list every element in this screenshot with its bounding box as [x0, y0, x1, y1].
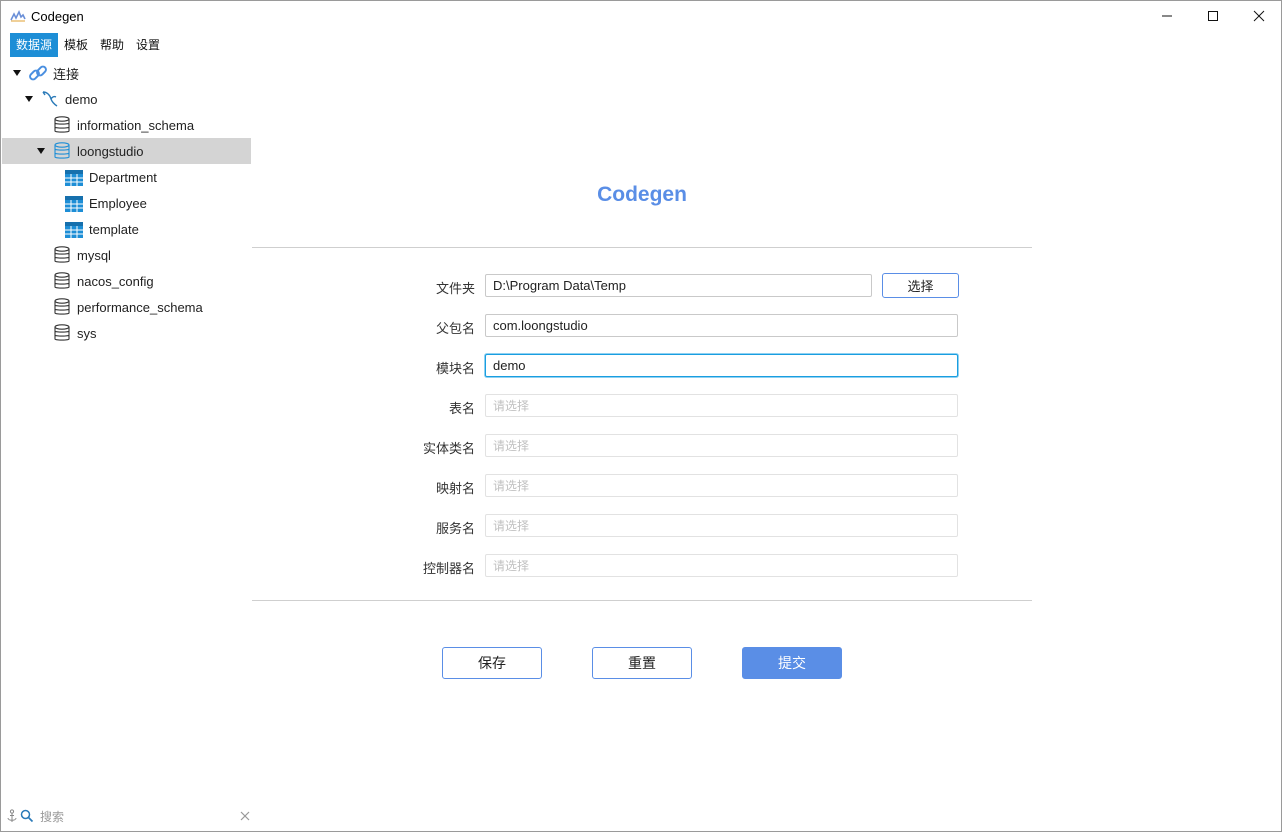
window-title: Codegen [31, 9, 84, 24]
choose-folder-button[interactable]: 选择 [882, 273, 959, 298]
package-label: 父包名 [435, 321, 475, 336]
connection-tree: 连接 demo information_schema loongstudio D… [2, 60, 251, 805]
database-icon [54, 324, 70, 341]
close-button[interactable] [1236, 1, 1282, 31]
expand-arrow-icon[interactable] [12, 68, 22, 78]
table-icon [65, 196, 83, 212]
entity-name-label: 实体类名 [422, 441, 475, 456]
menu-bar: 数据源 模板 帮助 设置 [10, 33, 166, 57]
tree-node-connections[interactable]: 连接 [2, 60, 251, 86]
expand-arrow-icon[interactable] [24, 94, 34, 104]
submit-button[interactable]: 提交 [742, 647, 842, 679]
database-icon [54, 142, 70, 159]
tree-label: loongstudio [77, 143, 144, 159]
module-input[interactable] [485, 354, 958, 377]
mapper-name-input[interactable] [485, 474, 958, 497]
controller-name-input[interactable] [485, 554, 958, 577]
tree-node-demo[interactable]: demo [2, 86, 251, 112]
tree-node-database[interactable]: mysql [2, 242, 251, 268]
link-icon [29, 65, 47, 81]
folder-input[interactable] [485, 274, 872, 297]
app-logo-icon [10, 10, 26, 22]
table-name-input[interactable] [485, 394, 958, 417]
tree-node-database[interactable]: sys [2, 320, 251, 346]
reset-button[interactable]: 重置 [592, 647, 692, 679]
menu-settings[interactable]: 设置 [130, 33, 166, 57]
search-input[interactable] [40, 807, 230, 827]
search-icon [20, 809, 34, 823]
table-icon [65, 170, 83, 186]
tree-label: mysql [77, 247, 111, 263]
module-label: 模块名 [435, 361, 475, 376]
mapper-name-label: 映射名 [435, 481, 475, 496]
expand-arrow-icon[interactable] [36, 146, 46, 156]
tree-search-bar [2, 805, 259, 829]
close-icon [1253, 10, 1265, 22]
maximize-button[interactable] [1190, 1, 1236, 31]
package-input[interactable] [485, 314, 958, 337]
tree-label: sys [77, 325, 97, 341]
tree-node-table[interactable]: Employee [2, 190, 251, 216]
divider-bottom [252, 600, 1032, 601]
tree-node-database[interactable]: information_schema [2, 112, 251, 138]
controller-name-label: 控制器名 [422, 561, 475, 576]
mysql-dolphin-icon [42, 91, 58, 107]
entity-name-input[interactable] [485, 434, 958, 457]
anchor-icon[interactable] [6, 809, 18, 823]
app-window: Codegen 数据源 模板 帮助 设置 连接 demo information… [0, 0, 1282, 832]
tree-node-database-selected[interactable]: loongstudio [2, 138, 251, 164]
menu-template[interactable]: 模板 [58, 33, 94, 57]
tree-node-database[interactable]: performance_schema [2, 294, 251, 320]
tree-label: performance_schema [77, 299, 203, 315]
tree-label: Department [89, 169, 157, 185]
service-name-input[interactable] [485, 514, 958, 537]
database-icon [54, 272, 70, 289]
database-icon [54, 298, 70, 315]
minimize-icon [1162, 15, 1172, 17]
save-button[interactable]: 保存 [442, 647, 542, 679]
divider-top [252, 247, 1032, 248]
tree-label: 连接 [53, 66, 80, 82]
database-icon [54, 116, 70, 133]
clear-icon[interactable] [238, 809, 252, 823]
service-name-label: 服务名 [435, 521, 475, 536]
database-icon [54, 246, 70, 263]
folder-label: 文件夹 [435, 281, 475, 296]
menu-help[interactable]: 帮助 [94, 33, 130, 57]
tree-label: Employee [89, 195, 147, 211]
menu-datasource[interactable]: 数据源 [10, 33, 59, 57]
tree-node-table[interactable]: template [2, 216, 251, 242]
title-bar: Codegen [1, 1, 1281, 32]
tree-node-database[interactable]: nacos_config [2, 268, 251, 294]
tree-label: information_schema [77, 117, 195, 133]
tree-label: template [89, 221, 139, 237]
tree-node-table[interactable]: Department [2, 164, 251, 190]
page-title: Codegen [597, 183, 687, 206]
tree-label: demo [65, 91, 98, 107]
tree-label: nacos_config [77, 273, 154, 289]
minimize-button[interactable] [1144, 1, 1190, 31]
table-icon [65, 222, 83, 238]
maximize-icon [1208, 11, 1218, 21]
table-name-label: 表名 [448, 401, 475, 416]
